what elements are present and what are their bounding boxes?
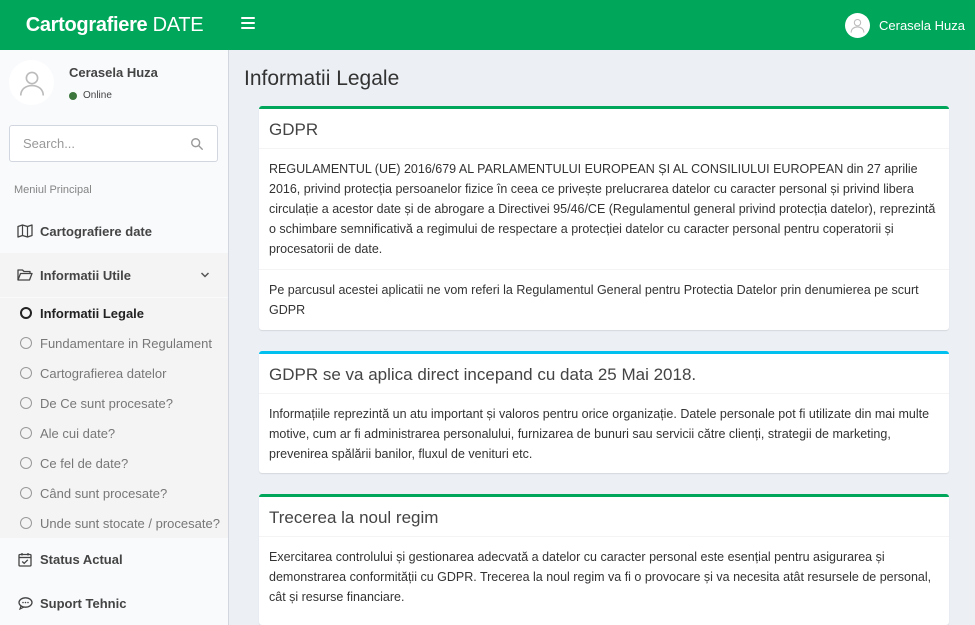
status-text: Online — [83, 90, 112, 101]
online-dot-icon — [69, 91, 77, 100]
submenu-item-label: Ale cui date? — [40, 425, 116, 441]
submenu-item-label: Când sunt procesate? — [40, 485, 168, 501]
calendar-check-icon — [17, 551, 33, 567]
status-badge: Online — [69, 90, 112, 101]
chat-icon — [17, 595, 33, 611]
submenu-item-label: De Ce sunt procesate? — [40, 395, 173, 411]
sidebar: Cerasela Huza Online Meniul Principal Ca… — [0, 50, 229, 625]
box-footer: Pe parcusul acestei aplicatii ne vom ref… — [259, 269, 949, 330]
submenu-item-label: Ce fel de date? — [40, 455, 129, 471]
submenu-item-label: Cartografierea datelor — [40, 365, 167, 381]
sidebar-item-suport-tehnic[interactable]: Suport Tehnic — [0, 581, 228, 625]
sidebar-item-label: Suport Tehnic — [40, 595, 127, 611]
box-body: REGULAMENTUL (UE) 2016/679 AL PARLAMENTU… — [269, 162, 936, 256]
map-icon — [17, 223, 33, 239]
sidebar-item-label: Cartografiere date — [40, 223, 152, 239]
box-gdpr: GDPR REGULAMENTUL (UE) 2016/679 AL PARLA… — [259, 106, 949, 330]
user-avatar-icon — [845, 12, 870, 38]
circle-icon — [20, 307, 32, 319]
header-user-name: Cerasela Huza — [879, 17, 965, 33]
sidebar-user-name: Cerasela Huza — [69, 65, 158, 80]
menu-header: Meniul Principal — [14, 184, 92, 196]
chevron-down-icon — [200, 272, 210, 278]
box-gdpr-aplicare: GDPR se va aplica direct incepand cu dat… — [259, 351, 949, 473]
box-title: GDPR se va aplica direct incepand cu dat… — [259, 354, 949, 394]
sidebar-item-informatii-utile[interactable]: Informatii Utile — [0, 253, 228, 297]
submenu-item-ce-fel[interactable]: Ce fel de date? — [0, 448, 228, 478]
submenu-item-fundamentare[interactable]: Fundamentare in Regulament — [0, 328, 228, 358]
folder-open-icon — [17, 267, 33, 283]
circle-icon — [20, 487, 32, 499]
sidebar-search — [9, 125, 218, 162]
app-logo[interactable]: Cartografiere DATE — [0, 0, 229, 50]
circle-icon — [20, 367, 32, 379]
circle-icon — [20, 397, 32, 409]
submenu-informatii-utile: Informatii Legale Fundamentare in Regula… — [0, 298, 228, 538]
sidebar-item-status-actual[interactable]: Status Actual — [0, 537, 228, 581]
sidebar-item-cartografiere[interactable]: Cartografiere date — [0, 209, 228, 253]
submenu-item-informatii-legale[interactable]: Informatii Legale — [0, 298, 228, 328]
user-menu[interactable]: Cerasela Huza — [845, 0, 965, 50]
sidebar-item-label: Informatii Utile — [40, 267, 132, 283]
circle-icon — [20, 457, 32, 469]
main-content: Informatii Legale GDPR REGULAMENTUL (UE)… — [229, 50, 975, 625]
logo-bold-text: Cartografiere — [25, 14, 148, 36]
page-title: Informatii Legale — [244, 67, 400, 90]
user-panel: Cerasela Huza Online — [0, 50, 228, 115]
top-header: Cartografiere DATE Cerasela Huza — [0, 0, 975, 50]
search-icon[interactable] — [190, 137, 204, 151]
box-title: GDPR — [259, 109, 949, 149]
box-title: Trecerea la noul regim — [259, 497, 949, 537]
box-body: Exercitarea controlului și gestionarea a… — [269, 550, 932, 604]
circle-icon — [20, 337, 32, 349]
avatar — [9, 60, 54, 105]
submenu-item-label: Fundamentare in Regulament — [40, 335, 212, 351]
sidebar-item-label: Status Actual — [40, 551, 123, 567]
submenu-item-label: Unde sunt stocate / procesate? — [40, 515, 220, 531]
submenu-item-ale-cui[interactable]: Ale cui date? — [0, 418, 228, 448]
search-input[interactable] — [10, 126, 180, 161]
submenu-item-cand[interactable]: Când sunt procesate? — [0, 478, 228, 508]
box-trecerea: Trecerea la noul regim Exercitarea contr… — [259, 494, 949, 625]
submenu-item-label: Informatii Legale — [40, 305, 145, 321]
submenu-item-de-ce[interactable]: De Ce sunt procesate? — [0, 388, 228, 418]
submenu-item-unde[interactable]: Unde sunt stocate / procesate? — [0, 508, 228, 538]
circle-icon — [20, 517, 32, 529]
logo-light-text: DATE — [147, 14, 204, 36]
circle-icon — [20, 427, 32, 439]
sidebar-toggle-icon[interactable] — [241, 17, 255, 29]
box-body: Informațiile reprezintă un atu important… — [269, 407, 930, 461]
submenu-item-cartografierea-datelor[interactable]: Cartografierea datelor — [0, 358, 228, 388]
